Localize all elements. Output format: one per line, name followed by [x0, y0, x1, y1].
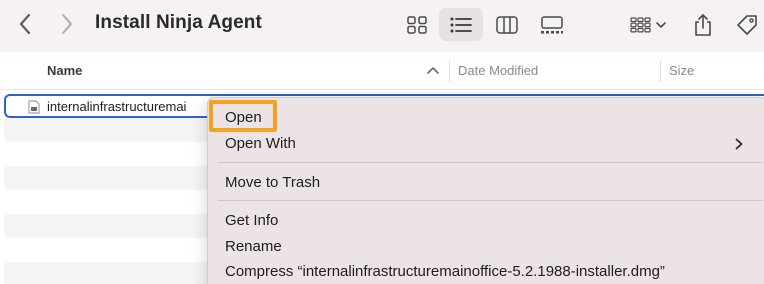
column-view-button[interactable] — [487, 8, 527, 41]
date-modified-column-header[interactable]: Date Modified — [458, 63, 538, 78]
file-name: internalinfrastructuremai — [47, 99, 187, 114]
group-by-button[interactable] — [622, 8, 672, 41]
icon-view-button[interactable] — [398, 8, 436, 41]
menu-item-move-to-trash[interactable]: Move to Trash — [208, 171, 764, 195]
tags-button[interactable] — [730, 8, 764, 41]
size-column-header[interactable]: Size — [669, 63, 694, 78]
window-title: Install Ninja Agent — [95, 12, 262, 33]
disk-image-file-icon — [28, 100, 40, 114]
columns-icon — [496, 15, 518, 34]
context-menu: Open Open With Move to Trash Get Info Re… — [207, 97, 764, 284]
menu-item-rename[interactable]: Rename — [208, 235, 764, 259]
menu-item-label: Compress “internalinfrastructuremainoffi… — [225, 263, 665, 280]
menu-item-label: Move to Trash — [225, 174, 321, 191]
menu-separator — [218, 162, 763, 163]
sort-ascending-icon[interactable] — [427, 66, 439, 74]
grid-icon — [407, 15, 427, 34]
share-icon — [695, 13, 711, 36]
menu-separator — [218, 200, 763, 201]
forward-button[interactable] — [54, 8, 80, 40]
share-button[interactable] — [686, 8, 720, 41]
chevron-right-icon — [735, 138, 743, 150]
menu-item-label: Get Info — [225, 212, 279, 229]
column-header: Name Date Modified Size — [0, 52, 764, 90]
menu-item-label: Rename — [225, 238, 282, 255]
gallery-view-button[interactable] — [531, 8, 573, 41]
gallery-icon — [541, 15, 563, 33]
menu-item-label: Open With — [225, 135, 296, 152]
menu-item-compress[interactable]: Compress “internalinfrastructuremainoffi… — [208, 260, 764, 284]
column-divider[interactable] — [449, 60, 450, 82]
chevron-right-icon — [61, 13, 73, 35]
chevron-down-icon — [656, 21, 666, 28]
group-grid-icon — [630, 16, 666, 32]
column-divider[interactable] — [660, 60, 661, 82]
tag-icon — [737, 14, 757, 35]
name-column-header[interactable]: Name — [47, 63, 82, 78]
list-icon — [450, 17, 472, 32]
chevron-left-icon — [19, 13, 31, 35]
menu-item-open-with[interactable]: Open With — [208, 132, 764, 156]
menu-item-label: Open — [225, 109, 262, 126]
list-view-button[interactable] — [439, 8, 483, 41]
back-button[interactable] — [12, 8, 38, 40]
menu-item-open[interactable]: Open — [208, 106, 764, 130]
menu-item-get-info[interactable]: Get Info — [208, 209, 764, 233]
finder-toolbar: Install Ninja Agent — [0, 0, 764, 52]
